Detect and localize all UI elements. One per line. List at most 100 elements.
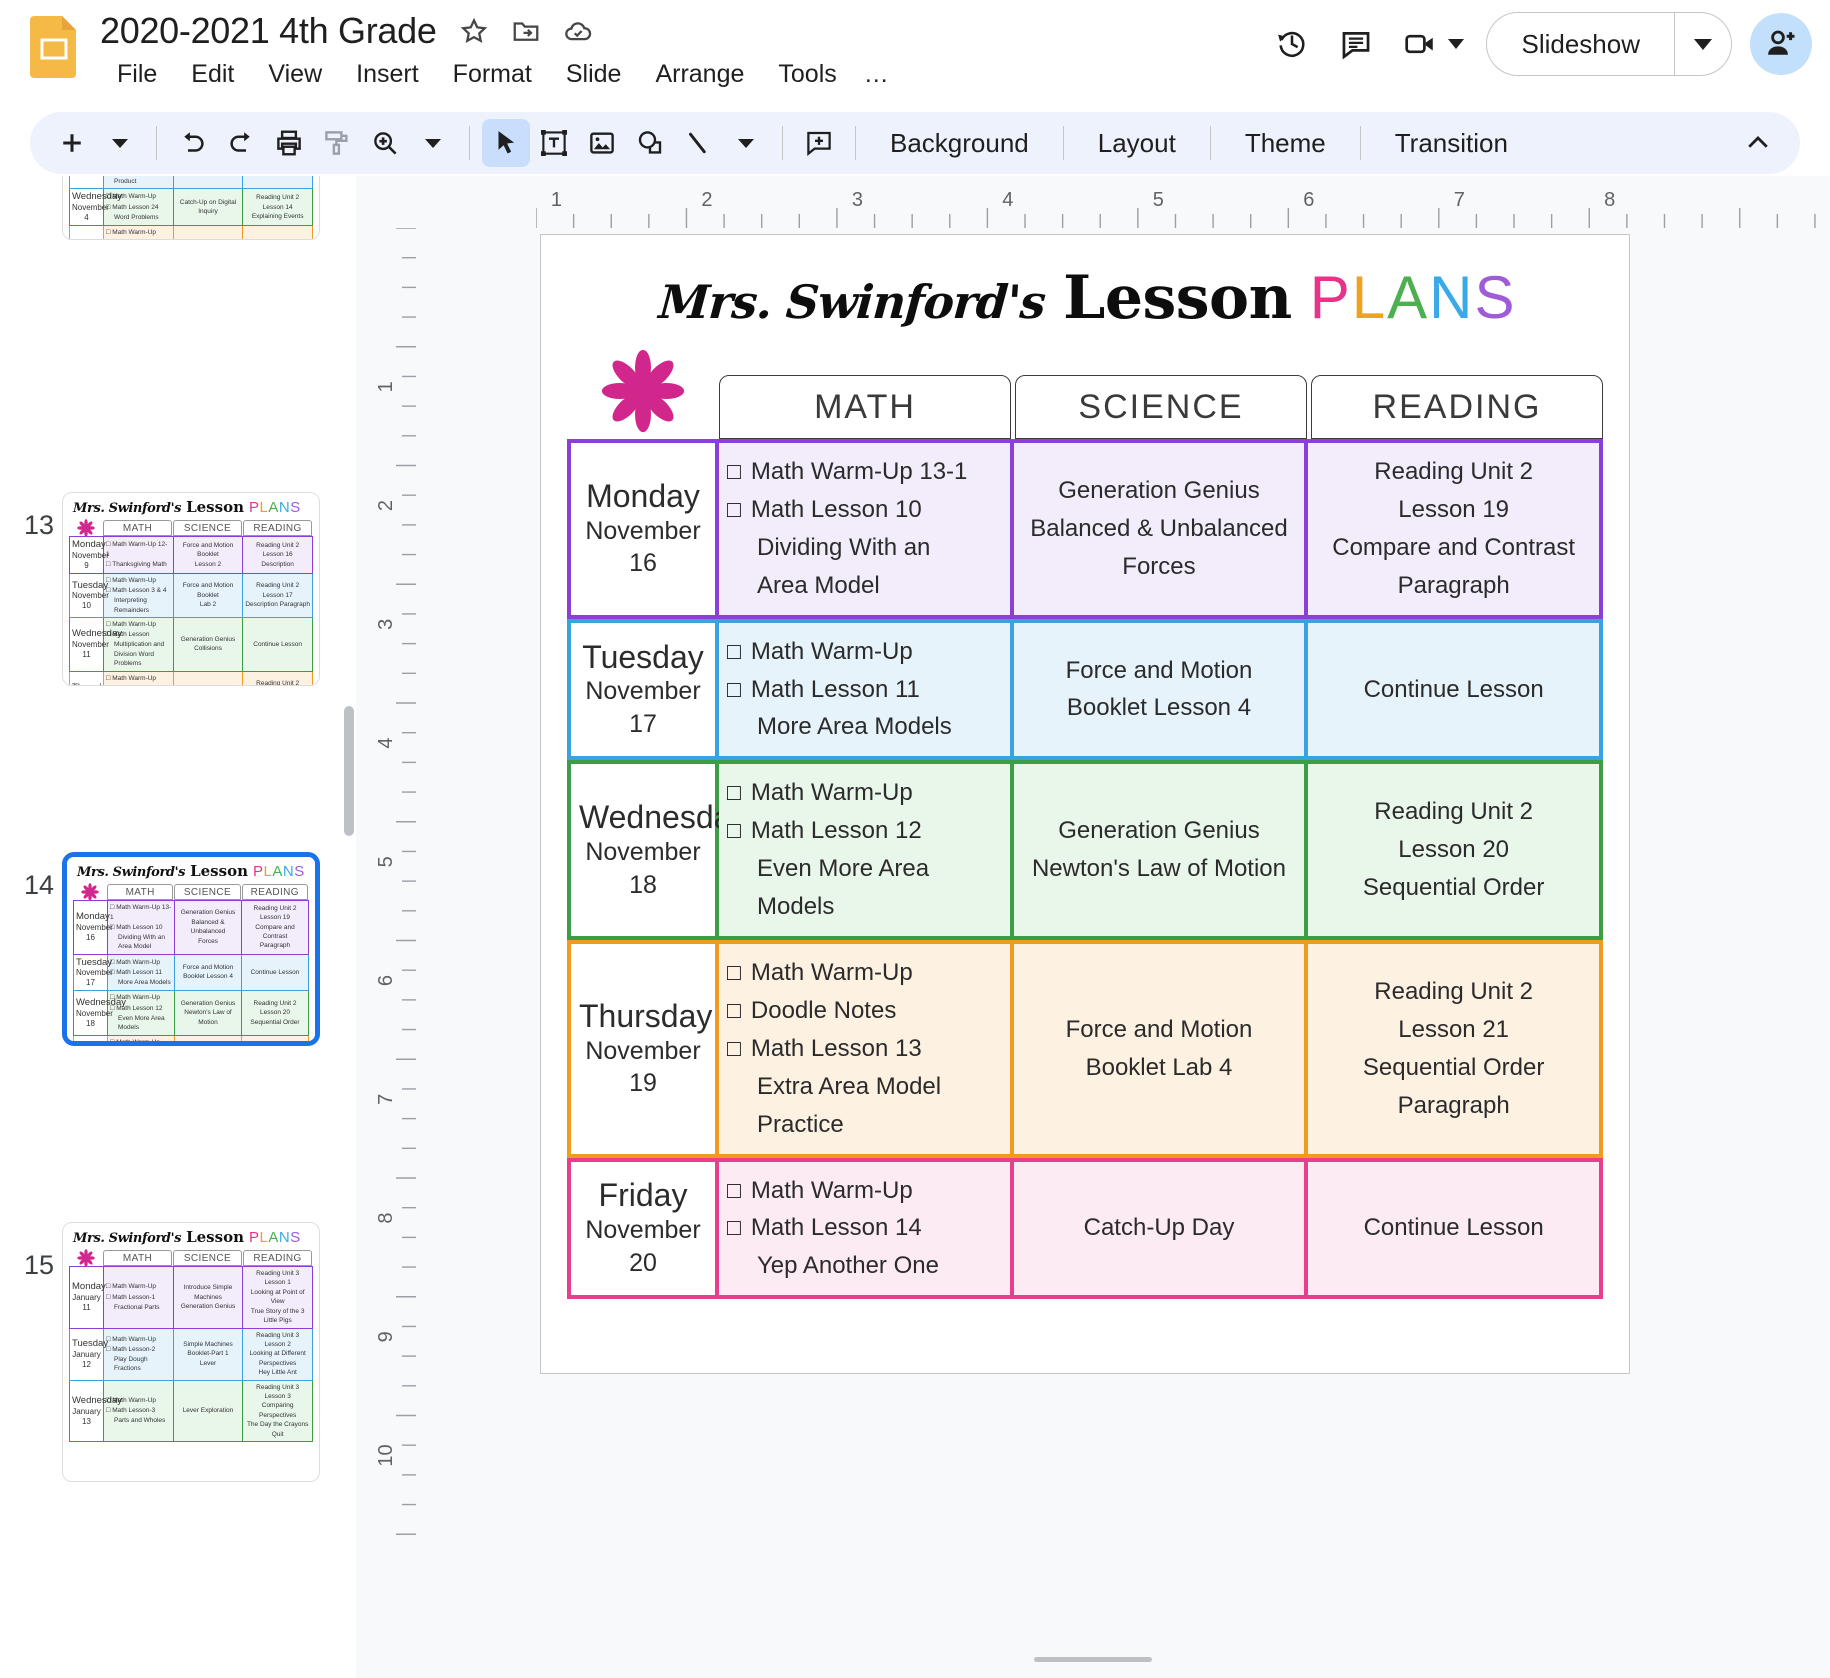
thumbnail-reading-cell: Reading Unit 3 Lesson 1 Looking at Point o…	[242, 1266, 313, 1329]
new-slide-dropdown-caret-icon[interactable]	[96, 119, 144, 167]
main-toolbar: Background Layout Theme Transition	[30, 112, 1800, 174]
paint-format-icon[interactable]	[313, 119, 361, 167]
menu-tools[interactable]: Tools	[761, 56, 853, 93]
plan-science-cell: Generation Genius Newton's Law of Motion	[1013, 760, 1309, 940]
thumbnail-science-line: Force and Motion	[182, 582, 234, 590]
layout-button[interactable]: Layout	[1076, 119, 1198, 167]
shape-icon[interactable]	[626, 119, 674, 167]
cloud-saved-icon[interactable]	[563, 16, 593, 46]
plan-math-subline: Even More Area	[757, 855, 930, 883]
thumbnail-frame[interactable]: Mrs. Swinford'sLessonPLANSMATHSCIENCEREA…	[62, 492, 320, 686]
thumbnail-science-line: Generation Genius	[180, 1302, 236, 1310]
add-person-icon[interactable]	[1750, 13, 1812, 75]
insert-comment-icon[interactable]	[795, 119, 843, 167]
thumbnail-title-plans: PLANS	[248, 499, 301, 516]
thumbnail-math-line: Math Warm-Up	[110, 1038, 172, 1041]
slide-canvas-area[interactable]: 1 2 3 4 5 6 7 8 1 2 3 4 5 6 7 8 9 10 Mrs. Swinford's Les…	[356, 176, 1830, 1678]
menu-format[interactable]: Format	[436, 56, 549, 93]
redo-icon[interactable]	[217, 119, 265, 167]
slideshow-dropdown-caret-icon[interactable]	[1675, 13, 1731, 75]
canvas-bottom-handle[interactable]	[1034, 1657, 1152, 1662]
checkbox-icon[interactable]	[727, 633, 741, 671]
thumbnail-math-cell: Math Warm-UpMath Lesson 3 & 4Interpretin…	[103, 572, 174, 619]
thumbnail-subject-header: SCIENCE	[173, 1250, 242, 1266]
thumbnail-frame[interactable]: Mrs. Swinford'sLessonPLANSMATHSCIENCEREA…	[62, 1222, 320, 1482]
plan-day-cell: Thursday November 19	[567, 939, 719, 1158]
plan-math-line: Practice	[727, 1106, 1002, 1144]
thumbnail-science-line: Force and Motion	[176, 684, 241, 686]
daisy-flower-icon	[73, 883, 107, 901]
current-slide[interactable]: Mrs. Swinford's Lesson PLANS MATH SCIENC…	[540, 234, 1630, 1374]
thumbnail-math-cell: Math Warm-UpDoodle NotesMath Lesson 13Ex…	[107, 1034, 175, 1041]
plan-math-subline: Dividing With an	[757, 533, 931, 561]
thumbnail-math-line: Problems	[114, 660, 142, 668]
thumbnail-14[interactable]: 14 Mrs. Swinford's Lesson PLANS MATH SCIENCE R…	[0, 852, 340, 1046]
checkbox-icon[interactable]	[727, 954, 741, 992]
zoom-icon[interactable]	[361, 119, 409, 167]
present-video-icon[interactable]	[1388, 12, 1452, 76]
undo-icon[interactable]	[169, 119, 217, 167]
plans-letter-l: L	[1351, 264, 1388, 331]
page-title[interactable]: 2020-2021 4th Grade	[100, 10, 437, 52]
plan-science-line: Booklet Lesson 4	[1066, 694, 1252, 722]
checkbox-icon[interactable]	[727, 992, 741, 1030]
thumbnail-reading-line: Reading Unit 2	[256, 582, 300, 590]
menu-arrange[interactable]: Arrange	[638, 56, 761, 93]
zoom-dropdown-caret-icon[interactable]	[409, 119, 457, 167]
thumbnail-partial[interactable]: Mrs. Swinford'sLessonPLANSMATHSCIENCEREA…	[0, 176, 340, 240]
slideshow-button[interactable]: Slideshow	[1487, 13, 1674, 75]
plan-math-line: Math Warm-Up 13-1	[727, 453, 1002, 491]
document-title-row: 2020-2021 4th Grade	[100, 10, 593, 52]
subject-header-strip: MATH SCIENCE READING	[567, 349, 1603, 439]
menu-file[interactable]: File	[100, 56, 174, 93]
print-icon[interactable]	[265, 119, 313, 167]
line-icon[interactable]	[674, 119, 722, 167]
checkbox-icon[interactable]	[727, 1172, 741, 1210]
checkbox-icon[interactable]	[727, 671, 741, 709]
plan-reading-line: Reading Unit 2	[1374, 458, 1534, 485]
star-icon[interactable]	[459, 16, 489, 46]
thumbnail-frame[interactable]: Mrs. Swinford'sLessonPLANSMATHSCIENCEREA…	[62, 176, 320, 240]
thumbnail-math-line: Math Warm-Up 13-1	[110, 903, 172, 923]
move-to-folder-icon[interactable]	[511, 16, 541, 46]
checkbox-icon[interactable]	[727, 491, 741, 529]
background-button[interactable]: Background	[868, 119, 1051, 167]
thumbnail-math-cell: Math Warm-UpMath Lesson 24Word Problems	[103, 188, 174, 227]
thumbnail-day-cell: Tuesday November 10	[69, 572, 109, 619]
sidebar-scrollbar[interactable]	[344, 706, 354, 836]
subject-header-reading: READING	[1311, 375, 1603, 439]
checkbox-icon[interactable]	[727, 812, 741, 850]
checkbox-icon[interactable]	[727, 1209, 741, 1247]
version-history-icon[interactable]	[1260, 12, 1324, 76]
chevron-up-icon[interactable]	[1734, 119, 1782, 167]
plan-row-tuesday: TuesdayNovember 17Math Warm-UpMath Lesso…	[567, 618, 1603, 761]
menu-overflow[interactable]: …	[854, 56, 900, 93]
thumbnail-15[interactable]: 15 Mrs. Swinford's Lesson PLANS MATH SCIENCE R…	[0, 1222, 340, 1482]
thumbnail-13[interactable]: 13 Mrs. Swinford's Lesson PLANS MATH SCIENCE R…	[0, 492, 340, 686]
checkbox-icon[interactable]	[727, 774, 741, 812]
transition-button[interactable]: Transition	[1373, 119, 1530, 167]
menu-insert[interactable]: Insert	[339, 56, 436, 93]
line-dropdown-caret-icon[interactable]	[722, 119, 770, 167]
select-icon[interactable]	[482, 119, 530, 167]
theme-button[interactable]: Theme	[1223, 119, 1348, 167]
plans-letter-p: P	[1309, 264, 1352, 331]
menu-edit[interactable]: Edit	[174, 56, 251, 93]
plan-math-line: Dividing With an	[727, 529, 1002, 567]
header-actions: Slideshow	[1260, 12, 1812, 76]
thumbnail-science-line: Balanced & Unbalanced	[190, 918, 226, 936]
present-dropdown-caret-icon[interactable]	[1448, 39, 1465, 49]
plans-letter-a: A	[1387, 264, 1430, 331]
textbox-icon[interactable]	[530, 119, 578, 167]
checkbox-icon[interactable]	[727, 1030, 741, 1068]
slide-thumbnail-panel[interactable]: Mrs. Swinford'sLessonPLANSMATHSCIENCEREA…	[0, 176, 340, 1678]
plan-science-cell: Catch-Up Day	[1013, 1157, 1309, 1300]
menu-slide[interactable]: Slide	[549, 56, 639, 93]
svg-text:7: 7	[375, 1094, 397, 1105]
comment-icon[interactable]	[1324, 12, 1388, 76]
menu-view[interactable]: View	[251, 56, 339, 93]
new-slide-icon[interactable]	[48, 119, 96, 167]
checkbox-icon[interactable]	[727, 453, 741, 491]
image-icon[interactable]	[578, 119, 626, 167]
thumbnail-frame[interactable]: Mrs. Swinford'sLessonPLANSMATHSCIENCEREA…	[62, 852, 320, 1046]
